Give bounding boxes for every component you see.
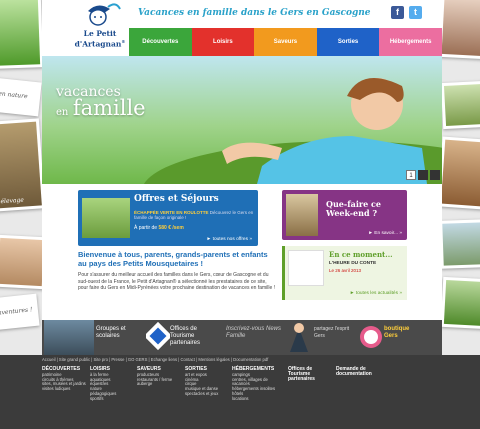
site-tagline: Vacances en famille dans le Gers en Gasc… [138,8,371,18]
facebook-icon[interactable]: f [391,6,404,19]
groupes-photo [44,320,94,355]
content-area: Offres et Séjours ÉCHAPPÉE VERTE EN ROUL… [42,184,442,320]
groupes-link[interactable]: Groupes et scolaires [96,326,136,340]
welcome-title: Bienvenue à tous, parents, grands-parent… [78,250,268,268]
twitter-icon[interactable]: t [409,6,422,19]
nav-tab-loisirs[interactable]: Loisirs [191,28,255,56]
footer-col-documentation[interactable]: Demande de documentation [336,367,386,378]
nav-tab-saveurs[interactable]: Saveurs [254,28,317,56]
footer-col-decouvertes[interactable]: DÉCOUVERTES patrimoine circuits à thèmes… [42,367,86,392]
page-container: Le Petit d'Artagnan® Vacances en famille… [42,0,442,355]
side-caption: en nature [0,90,28,101]
offres-card[interactable]: Offres et Séjours ÉCHAPPÉE VERTE EN ROUL… [78,190,258,246]
side-photo-nature: en nature [0,77,42,117]
footer-col-hebergements[interactable]: HÉBERGEMENTS campings centres, villages … [232,367,284,402]
pager-dot-3[interactable] [430,170,440,180]
weekend-link[interactable]: ► En savoir... » [368,231,402,236]
gers-badge-icon [360,326,382,348]
musketeer-icon [290,323,308,352]
newsletter-link[interactable]: Inscrivez-vous News Famille [226,326,282,340]
hero-banner[interactable]: vacances en famille 1 [42,56,442,184]
side-photo-kids [0,234,48,290]
side-photo-family [438,0,480,60]
offres-price: À partir de 580 € /sem [134,225,184,231]
side-photo-boy [0,0,44,69]
welcome-text: Pour s'assurer du meilleur accueil des f… [78,272,276,291]
footer-col-sorties[interactable]: SORTIES art et expos cinéma cirque musiq… [185,367,218,397]
weekend-card[interactable]: Que-faire ce Week-end ? ► En savoir... » [282,190,407,240]
boutique-link[interactable]: boutique Gers [384,326,424,340]
footer-col-loisirs[interactable]: LOISIRS à la ferme aquatiques équestres … [90,367,116,402]
news-thumbnail [288,250,324,286]
news-link[interactable]: ► toutes les actualités » [350,291,402,296]
weekend-thumbnail [286,194,318,236]
promo-strip: Groupes et scolaires Offices de Tourisme… [42,320,442,355]
side-photo-sheep [440,80,480,130]
footer-links[interactable]: Accueil | Site grand public | Site pro |… [42,357,268,362]
offres-title: Offres et Séjours [134,194,219,204]
nav-tab-hebergements[interactable]: Hébergements [379,28,442,56]
offices-link[interactable]: Offices de Tourisme partenaires [170,326,214,347]
footer-col-offices[interactable]: Offices de Tourisme partenaires [288,366,332,382]
hero-title: vacances en famille [56,84,146,120]
offres-link[interactable]: ► toutes nos offres » [207,237,252,242]
side-photo-field [440,276,480,330]
site-footer: Accueil | Site grand public | Site pro |… [0,355,480,429]
news-card: En ce moment... L'HEURE DU CONTE Le 26 a… [282,246,407,300]
nav-tab-decouvertes[interactable]: Découvertes [129,28,192,56]
pager-dot-1[interactable]: 1 [406,170,416,180]
partagez-link[interactable]: partagez l'esprit Gers [314,326,354,340]
weekend-title: Que-faire ce Week-end ? [326,199,381,218]
main-nav: Découvertes Loisirs Saveurs Sorties Hébe… [129,28,442,56]
offres-thumbnail [82,198,130,238]
offices-logo-icon [146,321,170,351]
logo-text: Le Petit d'Artagnan® [74,29,126,49]
side-photo-horse [437,136,480,210]
news-item[interactable]: L'HEURE DU CONTE [329,261,376,266]
side-photo-adventure: aventures ! [0,293,40,331]
nav-tab-sorties[interactable]: Sorties [316,28,380,56]
news-date: Le 26 avril 2013 [329,268,362,273]
side-caption: aventures ! [0,306,33,317]
pager-dot-2[interactable] [418,170,428,180]
offres-description: ÉCHAPPÉE VERTE EN ROULOTTE Découvrez le … [134,210,254,220]
side-photo-animals: élevage [0,118,46,212]
footer-col-saveurs[interactable]: SAVEURS producteurs restaurants / ferme … [137,367,172,387]
side-photo-house [439,219,480,269]
hero-pager: 1 [406,170,440,180]
news-title: En ce moment... [329,250,393,259]
site-header: Le Petit d'Artagnan® Vacances en famille… [42,0,442,56]
